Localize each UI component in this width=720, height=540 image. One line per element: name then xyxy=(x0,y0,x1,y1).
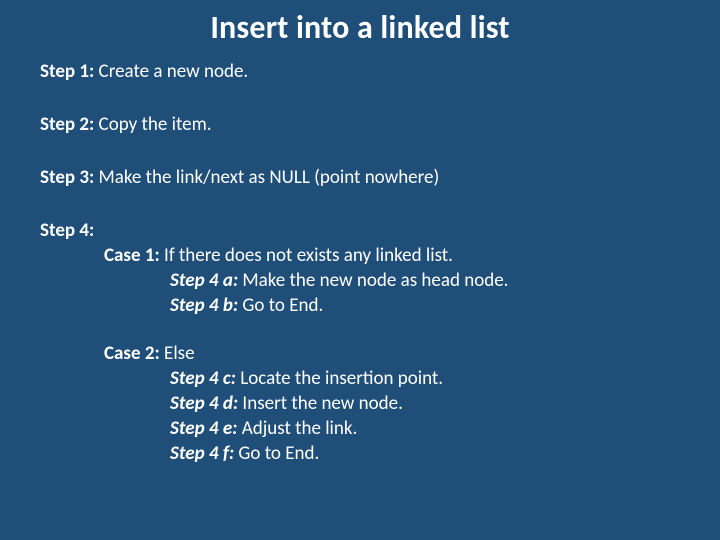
step-4f: Step 4 f: Go to End. xyxy=(40,441,680,466)
step-4c: Step 4 c: Locate the insertion point. xyxy=(40,366,680,391)
step-4c-label: Step 4 c: xyxy=(170,367,236,390)
case-1-label: Case 1: xyxy=(104,244,160,267)
step-4d: Step 4 d: Insert the new node. xyxy=(40,391,680,416)
case-2: Case 2: Else xyxy=(40,341,680,366)
step-4b-text: Go to End. xyxy=(238,294,323,317)
step-1: Step 1: Create a new node. xyxy=(40,59,680,84)
step-2-text: Copy the item. xyxy=(94,113,211,136)
step-3: Step 3: Make the link/next as NULL (poin… xyxy=(40,165,680,190)
step-4a: Step 4 a: Make the new node as head node… xyxy=(40,268,680,293)
step-2: Step 2: Copy the item. xyxy=(40,112,680,137)
case-2-label: Case 2: xyxy=(104,342,164,365)
step-4f-label: Step 4 f: xyxy=(170,442,234,465)
step-4e-label: Step 4 e: xyxy=(170,417,237,440)
slide-title: Insert into a linked list xyxy=(40,8,680,47)
step-4b-label: Step 4 b: xyxy=(170,294,238,317)
step-4: Step 4: xyxy=(40,218,680,243)
case-1: Case 1: If there does not exists any lin… xyxy=(40,243,680,268)
step-4d-text: Insert the new node. xyxy=(238,392,403,415)
case-2-text: Else xyxy=(164,342,195,365)
step-4-label: Step 4: xyxy=(40,219,94,242)
step-2-label: Step 2: xyxy=(40,113,94,136)
step-4d-label: Step 4 d: xyxy=(170,392,238,415)
step-3-label: Step 3: xyxy=(40,166,94,189)
step-1-text: Create a new node. xyxy=(94,60,248,83)
step-4e: Step 4 e: Adjust the link. xyxy=(40,416,680,441)
step-4a-label: Step 4 a: xyxy=(170,269,238,292)
step-4c-text: Locate the insertion point. xyxy=(236,367,443,390)
slide: Insert into a linked list Step 1: Create… xyxy=(0,0,720,540)
step-4b: Step 4 b: Go to End. xyxy=(40,293,680,318)
step-4a-text: Make the new node as head node. xyxy=(238,269,508,292)
case-1-text: If there does not exists any linked list… xyxy=(160,244,453,267)
step-3-text: Make the link/next as NULL (point nowher… xyxy=(94,166,439,189)
spacer xyxy=(40,319,680,341)
step-4e-text: Adjust the link. xyxy=(237,417,357,440)
step-1-label: Step 1: xyxy=(40,60,94,83)
step-4f-text: Go to End. xyxy=(234,442,319,465)
slide-body: Step 1: Create a new node. Step 2: Copy … xyxy=(40,59,680,466)
